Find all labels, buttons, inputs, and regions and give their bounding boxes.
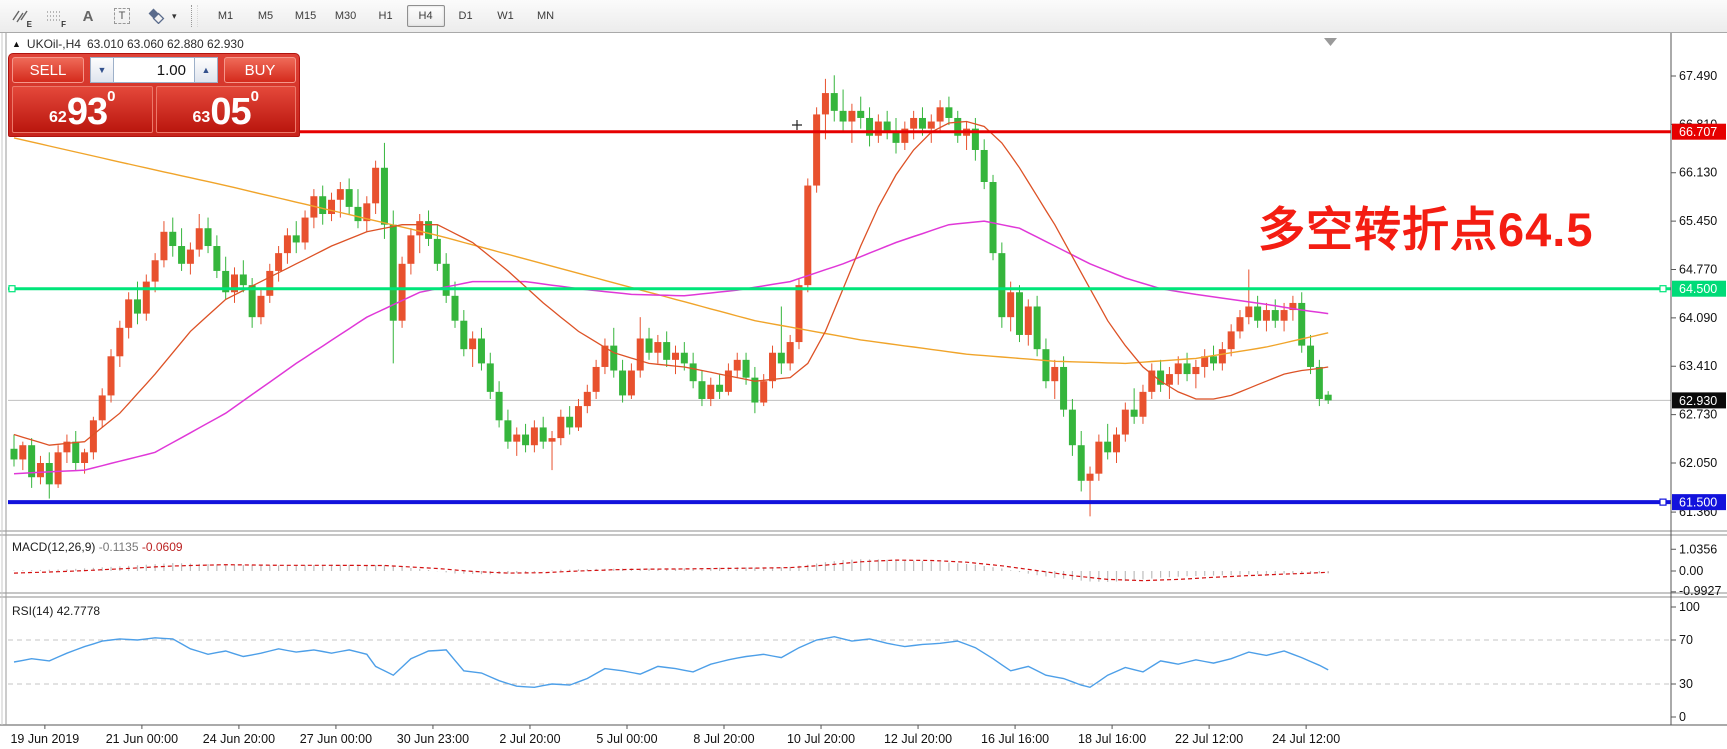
time-tick-label: 18 Jul 16:00 [1078, 732, 1146, 746]
symbol-header: ▲ UKOil-,H4 63.010 63.060 62.880 62.930 [12, 37, 244, 51]
rsi-name: RSI(14) [12, 604, 53, 618]
sell-price-display[interactable]: 62930 [12, 86, 153, 133]
price-tick-label: 64.770 [1679, 262, 1717, 276]
sell-price-pip: 0 [107, 89, 115, 104]
line-handle[interactable] [1660, 286, 1666, 292]
price-badge-value: 66.707 [1679, 125, 1717, 139]
drawing-tools-group: EFAT [0, 3, 170, 29]
time-tick-label: 22 Jul 12:00 [1175, 732, 1243, 746]
time-tick-label: 24 Jul 12:00 [1272, 732, 1340, 746]
chart-region: 67.49066.81066.13065.45064.77064.09063.4… [0, 33, 1727, 749]
time-tick-label: 19 Jun 2019 [10, 732, 79, 746]
chinese-annotation-text[interactable]: 多空转折点64.5 [1258, 191, 1593, 260]
price-badge-value: 62.930 [1679, 394, 1717, 408]
sell-price-main: 93 [67, 95, 107, 130]
timeframe-m5[interactable]: M5 [247, 5, 285, 27]
macd-tick-label: 1.0356 [1679, 542, 1717, 556]
buy-button[interactable]: BUY [224, 57, 296, 83]
price-tick-label: 64.090 [1679, 311, 1717, 325]
rsi-value: 42.7778 [57, 604, 100, 618]
indicators-icon[interactable]: E [6, 3, 34, 29]
price-tick-label: 67.490 [1679, 69, 1717, 83]
symbol-period-label: UKOil-,H4 [27, 37, 81, 51]
rsi-tick-label: 70 [1679, 633, 1693, 647]
macd-main-value: -0.1135 [99, 540, 139, 554]
macd-name: MACD(12,26,9) [12, 540, 95, 554]
one-click-trading-panel: SELL ▼ 1.00 ▲ BUY 62930 63050 [8, 53, 300, 137]
price-tick-label: 66.130 [1679, 166, 1717, 180]
buy-price-display[interactable]: 63050 [156, 86, 297, 133]
price-tick-label: 63.410 [1679, 359, 1717, 373]
timeframe-group: M1M5M15M30H1H4D1W1MN [206, 5, 566, 27]
time-tick-label: 10 Jul 20:00 [787, 732, 855, 746]
shapes-dropdown-caret[interactable]: ▾ [172, 11, 177, 22]
collapse-triangle-icon[interactable]: ▲ [12, 39, 21, 49]
toolbar-separator [191, 5, 198, 27]
time-tick-label: 27 Jun 00:00 [300, 732, 372, 746]
rsi-tick-label: 100 [1679, 600, 1700, 614]
buy-price-main: 05 [210, 95, 250, 130]
sell-button[interactable]: SELL [12, 57, 84, 83]
grid-icon[interactable]: F [40, 3, 68, 29]
macd-signal-value: -0.0609 [142, 540, 183, 554]
volume-increase-button[interactable]: ▲ [194, 57, 218, 83]
buy-price-prefix: 63 [193, 110, 211, 126]
timeframe-m15[interactable]: M15 [287, 5, 325, 27]
timeframe-h1[interactable]: H1 [367, 5, 405, 27]
shapes-icon[interactable] [142, 3, 170, 29]
timeframe-mn[interactable]: MN [527, 5, 565, 27]
macd-pane-label: MACD(12,26,9) -0.1135 -0.0609 [12, 540, 183, 554]
time-tick-label: 2 Jul 20:00 [499, 732, 560, 746]
rsi-tick-label: 0 [1679, 710, 1686, 724]
time-tick-label: 30 Jun 23:00 [397, 732, 469, 746]
text-box-icon[interactable]: T [108, 3, 136, 29]
price-tick-label: 62.730 [1679, 408, 1717, 422]
price-badge-value: 64.500 [1679, 282, 1717, 296]
timeframe-h4[interactable]: H4 [407, 5, 445, 27]
time-tick-label: 8 Jul 20:00 [693, 732, 754, 746]
time-tick-label: 5 Jul 00:00 [596, 732, 657, 746]
trading-terminal: EFAT ▾ M1M5M15M30H1H4D1W1MN 67.49066.810… [0, 0, 1727, 749]
macd-tick-label: 0.00 [1679, 564, 1703, 578]
timeframe-w1[interactable]: W1 [487, 5, 525, 27]
rsi-pane-label: RSI(14) 42.7778 [12, 604, 100, 618]
buy-price-pip: 0 [251, 89, 259, 104]
time-tick-label: 24 Jun 20:00 [203, 732, 275, 746]
time-tick-label: 12 Jul 20:00 [884, 732, 952, 746]
toolbar: EFAT ▾ M1M5M15M30H1H4D1W1MN [0, 0, 1727, 33]
time-tick-label: 16 Jul 16:00 [981, 732, 1049, 746]
timeframe-m30[interactable]: M30 [327, 5, 365, 27]
line-handle[interactable] [9, 286, 15, 292]
price-tick-label: 65.450 [1679, 214, 1717, 228]
volume-input[interactable]: 1.00 [114, 57, 194, 83]
volume-decrease-button[interactable]: ▼ [90, 57, 114, 83]
price-badge-value: 61.500 [1679, 496, 1717, 510]
time-tick-label: 21 Jun 00:00 [106, 732, 178, 746]
timeframe-d1[interactable]: D1 [447, 5, 485, 27]
text-label-icon[interactable]: A [74, 3, 102, 29]
macd-tick-label: -0.9927 [1679, 584, 1721, 598]
ohlc-values: 63.010 63.060 62.880 62.930 [87, 37, 244, 51]
chart-canvas[interactable]: 67.49066.81066.13065.45064.77064.09063.4… [0, 33, 1727, 749]
rsi-tick-label: 30 [1679, 677, 1693, 691]
price-tick-label: 62.050 [1679, 456, 1717, 470]
line-handle[interactable] [1660, 499, 1666, 505]
timeframe-m1[interactable]: M1 [207, 5, 245, 27]
sell-price-prefix: 62 [49, 110, 67, 126]
